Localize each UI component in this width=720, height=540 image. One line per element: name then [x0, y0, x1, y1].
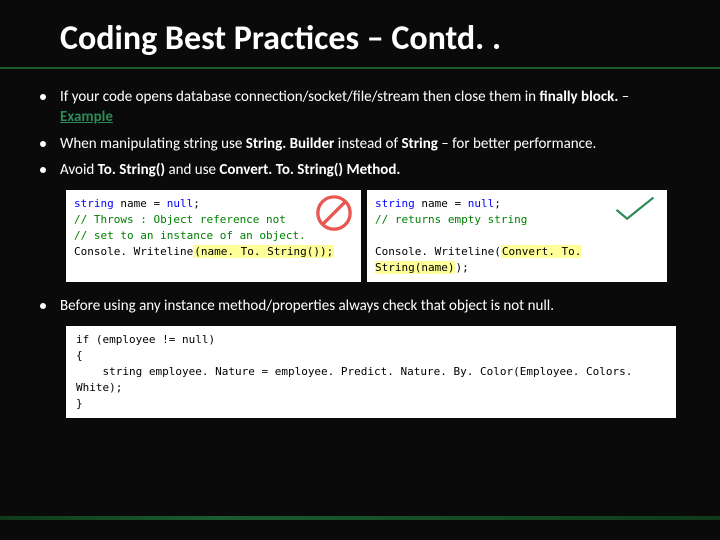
code-comment: // set to an instance of an object. [74, 228, 353, 244]
bullet-dot-icon [40, 167, 46, 173]
code-null-check: if (employee != null) { string employee.… [66, 326, 676, 418]
slide: Coding Best Practices – Contd. . If your… [0, 0, 720, 540]
bullet-3-text: Avoid To. String() and use Convert. To. … [60, 160, 400, 180]
check-icon [613, 194, 657, 224]
bullet-1-text: If your code opens database connection/s… [60, 87, 680, 128]
page-title: Coding Best Practices – Contd. . [0, 0, 720, 69]
bullet-dot-icon [40, 141, 46, 147]
content-area: If your code opens database connection/s… [0, 69, 720, 418]
bullet-dot-icon [40, 94, 46, 100]
example-link[interactable]: Example [60, 108, 113, 126]
bullet-2-text: When manipulating string use String. Bui… [60, 134, 596, 154]
code-comment: // Throws : Object reference not [74, 212, 353, 228]
no-entry-icon [315, 194, 353, 232]
code-good-example: string name = null; // returns empty str… [367, 190, 667, 282]
bullet-1: If your code opens database connection/s… [40, 87, 680, 128]
bullet-3: Avoid To. String() and use Convert. To. … [40, 160, 680, 180]
highlighted-code: (name. To. String()); [193, 245, 334, 258]
decorative-stripe [0, 516, 720, 520]
bullet-dot-icon [40, 303, 46, 309]
bullet-4-text: Before using any instance method/propert… [60, 296, 554, 316]
code-comparison: string name = null; // Throws : Object r… [66, 190, 680, 282]
code-bad-example: string name = null; // Throws : Object r… [66, 190, 361, 282]
bullet-4: Before using any instance method/propert… [40, 296, 680, 316]
bullet-2: When manipulating string use String. Bui… [40, 134, 680, 154]
